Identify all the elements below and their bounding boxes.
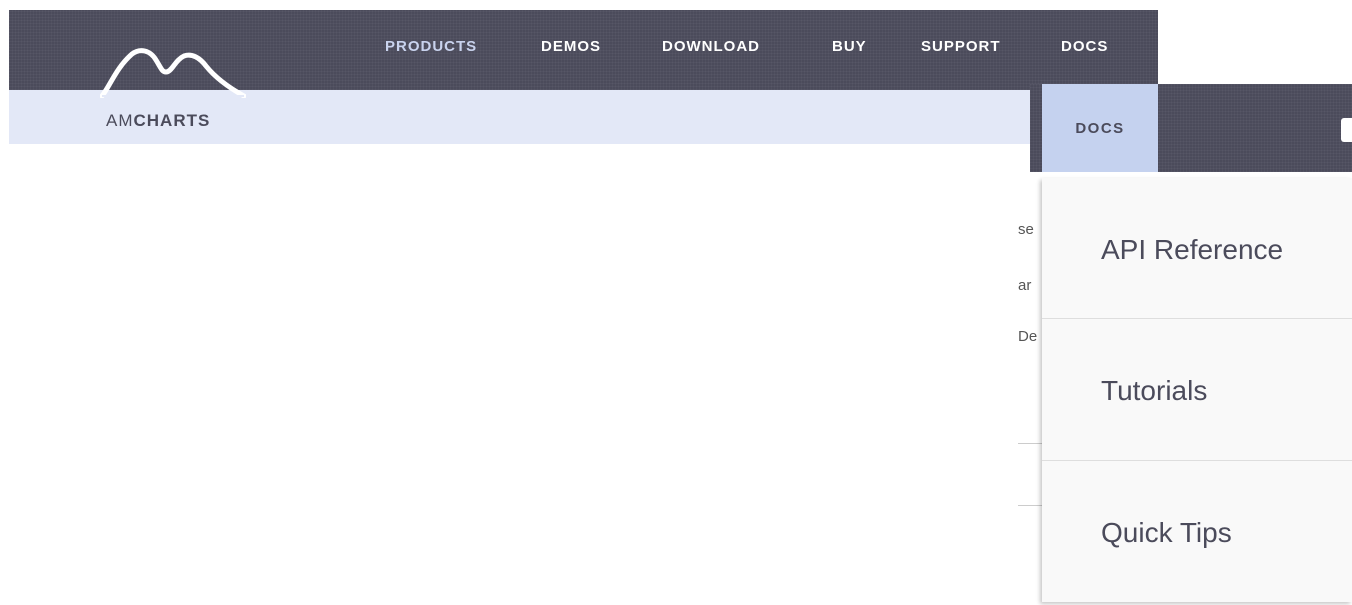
obscured-text-1: se <box>1018 221 1034 238</box>
search-input[interactable] <box>1341 118 1352 142</box>
menu-item-label: Quick Tips <box>1101 517 1232 548</box>
docs-dropdown-menu: API Reference Tutorials Quick Tips <box>1042 178 1352 602</box>
logo-text-light: AM <box>106 111 134 130</box>
nav-support[interactable]: SUPPORT <box>921 38 1001 55</box>
obscured-divider <box>1018 505 1042 506</box>
menu-item-tutorials[interactable]: Tutorials <box>1042 319 1352 460</box>
tab-docs-label: DOCS <box>1075 119 1125 137</box>
menu-item-quick-tips[interactable]: Quick Tips <box>1042 461 1352 602</box>
nav-demos[interactable]: DEMOS <box>541 38 601 55</box>
menu-item-api-reference[interactable]: API Reference <box>1042 178 1352 318</box>
nav-download[interactable]: DOWNLOAD <box>662 38 760 55</box>
logo-text-bold: CHARTS <box>133 111 211 130</box>
amcharts-logo-icon[interactable] <box>100 46 246 98</box>
nav-docs[interactable]: DOCS <box>1061 38 1108 55</box>
nav-products[interactable]: PRODUCTS <box>385 38 477 55</box>
obscured-text-3: De <box>1018 328 1038 345</box>
nav-buy[interactable]: BUY <box>832 38 867 55</box>
tab-docs[interactable]: DOCS <box>1042 84 1158 172</box>
menu-item-label: API Reference <box>1101 234 1284 265</box>
obscured-text-2: ar <box>1018 277 1032 294</box>
logo-wordmark[interactable]: AMCHARTS <box>106 111 210 131</box>
menu-item-label: Tutorials <box>1101 375 1208 406</box>
obscured-divider <box>1018 443 1042 444</box>
